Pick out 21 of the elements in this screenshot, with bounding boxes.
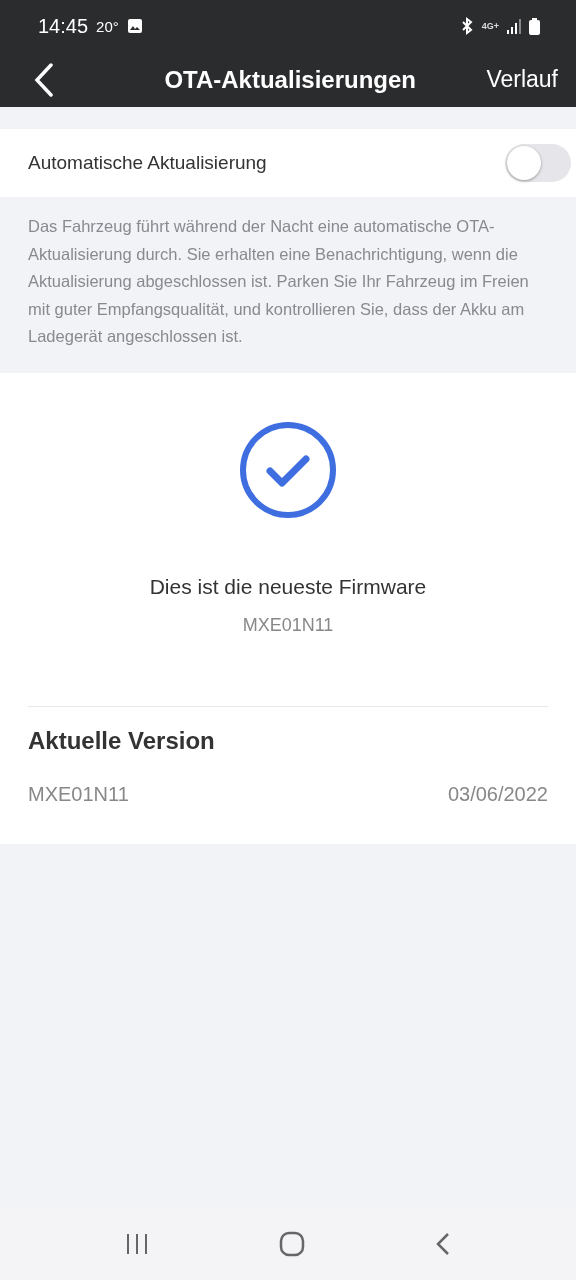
firmware-version: MXE01N11 [242,614,334,636]
status-message: Dies ist die neueste Firmware [149,574,427,599]
history-link[interactable]: Verlauf [486,66,558,93]
image-icon [126,18,143,34]
page-title: OTA-Aktualisierungen [163,65,417,94]
status-time: 14:45 [38,14,89,38]
network-type: 4G+ [481,21,499,31]
recent-apps-icon[interactable] [125,1233,149,1255]
auto-update-switch[interactable] [505,144,571,182]
check-circle-icon [239,420,337,519]
version-date: 03/06/2022 [447,782,548,806]
battery-icon [529,17,540,35]
setting-label: Automatische Aktualisierung [28,152,267,174]
home-icon[interactable] [279,1231,305,1257]
description-text: Das Fahrzeug führt während der Nacht eine automatische OTA-Aktualisierung durch. Sie erhalten eine Benachrichtigung, wenn die Aktualisierung abgeschlossen ist. Parken Sie Ihr Fahrzeug im Freien mit guter Empfangsqualität, und kontrollieren Sie, dass der Akku am Ladegerät angeschlossen ist. [27,216,530,347]
section-heading: Aktuelle Version [28,726,215,755]
back-icon[interactable] [34,62,54,97]
bluetooth-icon [459,17,474,35]
version-number: MXE01N11 [28,782,129,806]
signal-icon [507,18,521,34]
temperature: 20° [96,17,119,35]
